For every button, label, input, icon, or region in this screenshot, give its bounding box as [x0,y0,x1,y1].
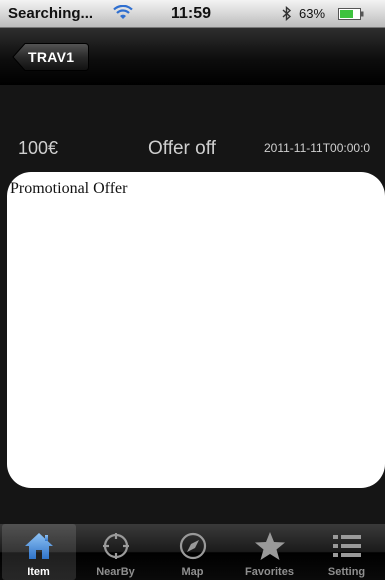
status-time: 11:59 [171,5,212,22]
compass-icon [179,532,206,560]
tab-item[interactable]: Item [1,524,76,580]
list-icon [332,535,361,557]
bluetooth-icon [282,6,292,21]
battery-icon [338,8,364,20]
tab-favorites-label: Favorites [245,566,294,578]
crosshair-icon [102,533,129,559]
navigation-bar: TRAV1 [0,28,385,85]
carrier-status: Searching... [8,5,94,22]
tab-setting[interactable]: Setting [310,524,384,580]
item-price: 100€ [18,138,59,158]
tab-bar: Item NearBy Map Favorites Setting [0,524,385,580]
item-detail: 100€ Offer off 2011-11-11T00:00:0 Promot… [0,86,385,496]
offer-text: Promotional Offer [10,180,128,197]
tab-favorites[interactable]: Favorites [233,524,307,580]
tab-nearby[interactable]: NearBy [79,524,153,580]
home-icon [24,533,53,559]
star-icon [254,532,285,560]
offer-status: Offer off [148,138,216,159]
tab-item-label: Item [27,566,50,578]
back-button[interactable]: TRAV1 [12,42,89,72]
tab-map-label: Map [181,566,204,578]
item-info-row: 100€ Offer off 2011-11-11T00:00:0 [0,138,385,162]
battery-percent: 63% [299,6,326,21]
wifi-icon [113,5,133,19]
tab-nearby-label: NearBy [96,566,135,578]
tab-setting-label: Setting [327,566,366,578]
status-bar: Searching... 11:59 63% [0,0,385,28]
back-button-label: TRAV1 [28,49,75,65]
offer-card: Promotional Offer [7,172,385,488]
offer-date: 2011-11-11T00:00:0 [264,141,371,155]
tab-map[interactable]: Map [156,524,230,580]
